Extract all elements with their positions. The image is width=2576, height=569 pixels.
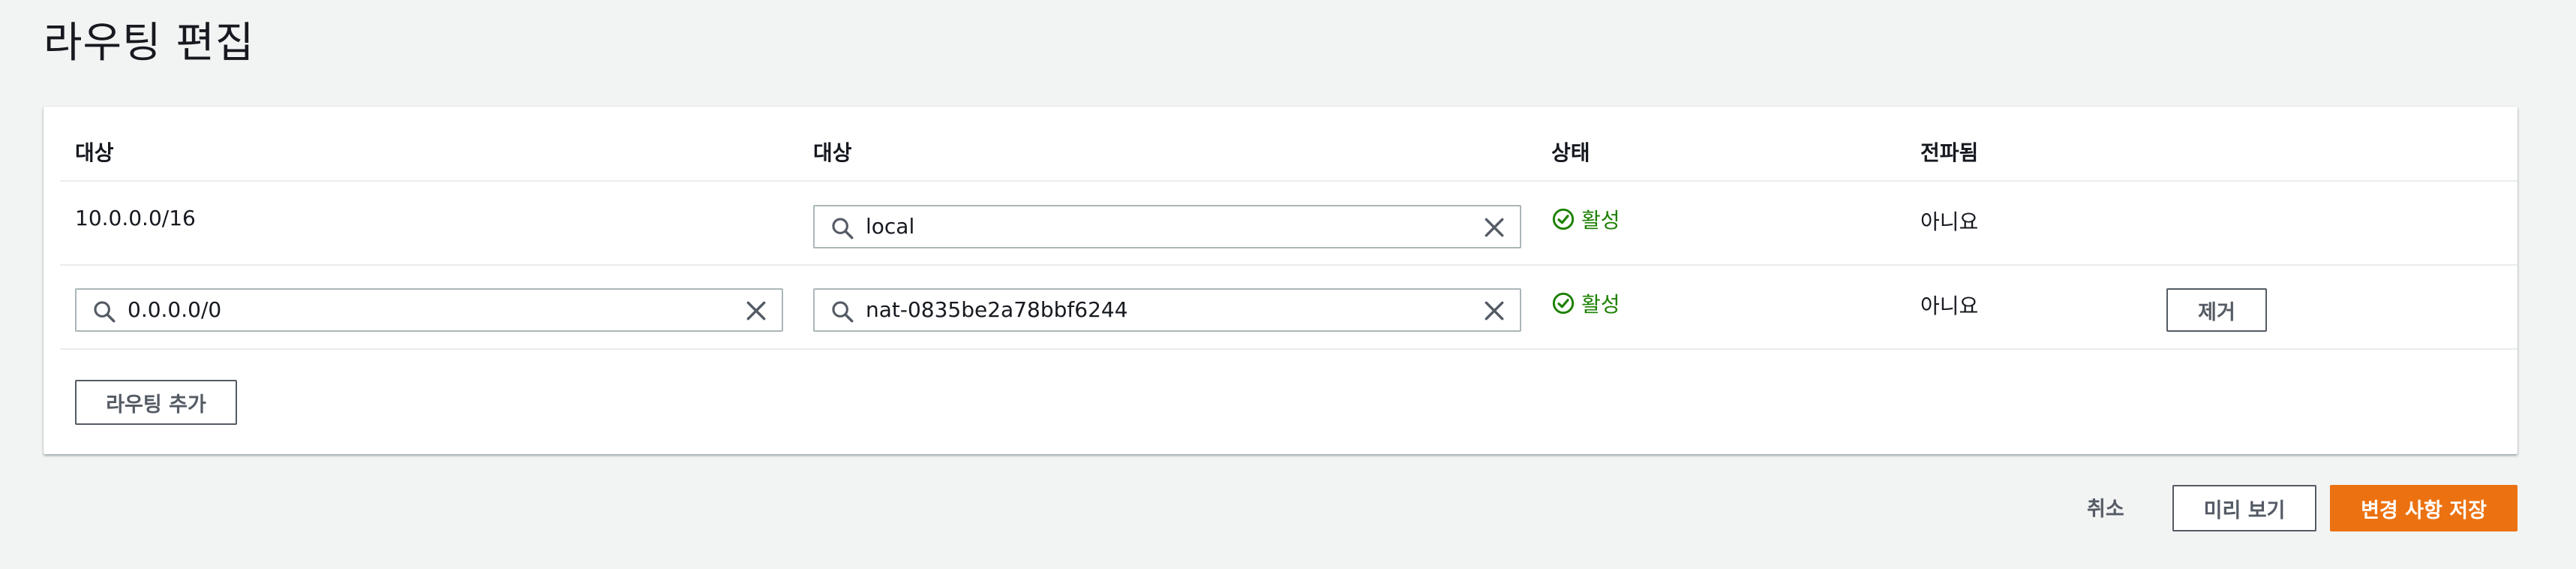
row1-status: 활성 — [1551, 204, 1620, 234]
remove-route-button[interactable]: 제거 — [2166, 288, 2267, 332]
row2-target-input[interactable]: nat-0835be2a78bbf6244 — [813, 288, 1521, 332]
row1-divider — [60, 264, 2517, 266]
status-success-icon — [1552, 208, 1575, 230]
clear-icon[interactable] — [1482, 299, 1506, 323]
search-icon — [832, 218, 854, 239]
cancel-button[interactable]: 취소 — [2087, 492, 2124, 522]
column-header-destination: 대상 — [75, 140, 114, 165]
status-success-icon — [1552, 292, 1575, 315]
row2-destination-input[interactable]: 0.0.0.0/0 — [75, 288, 783, 332]
row1-status-label: 활성 — [1581, 208, 1620, 233]
row2-divider — [60, 348, 2517, 350]
preview-button[interactable]: 미리 보기 — [2172, 485, 2316, 531]
search-icon — [832, 301, 854, 323]
row1-propagated: 아니요 — [1920, 209, 1979, 234]
row2-destination-value: 0.0.0.0/0 — [128, 297, 222, 322]
row1-target-input[interactable]: local — [813, 205, 1521, 248]
search-icon — [94, 301, 116, 323]
row2-target-value: nat-0835be2a78bbf6244 — [866, 297, 1128, 322]
header-divider — [60, 180, 2517, 182]
row2-status-label: 활성 — [1581, 292, 1620, 317]
column-header-target: 대상 — [813, 140, 852, 165]
row1-destination: 10.0.0.0/16 — [75, 206, 196, 230]
row2-status: 활성 — [1551, 288, 1620, 318]
column-header-status: 상태 — [1551, 140, 1590, 165]
save-changes-button[interactable]: 변경 사항 저장 — [2330, 485, 2517, 531]
row1-target-value: local — [866, 214, 915, 239]
add-route-button[interactable]: 라우팅 추가 — [75, 380, 237, 425]
column-header-propagated: 전파됨 — [1920, 140, 1979, 165]
page-title: 라우팅 편집 — [44, 19, 255, 68]
route-table-panel: 대상 대상 상태 전파됨 10.0.0.0/16 local 활성 아니요 0.… — [44, 107, 2517, 454]
row2-propagated: 아니요 — [1920, 294, 1979, 318]
clear-icon[interactable] — [744, 299, 768, 323]
clear-icon[interactable] — [1482, 215, 1506, 239]
